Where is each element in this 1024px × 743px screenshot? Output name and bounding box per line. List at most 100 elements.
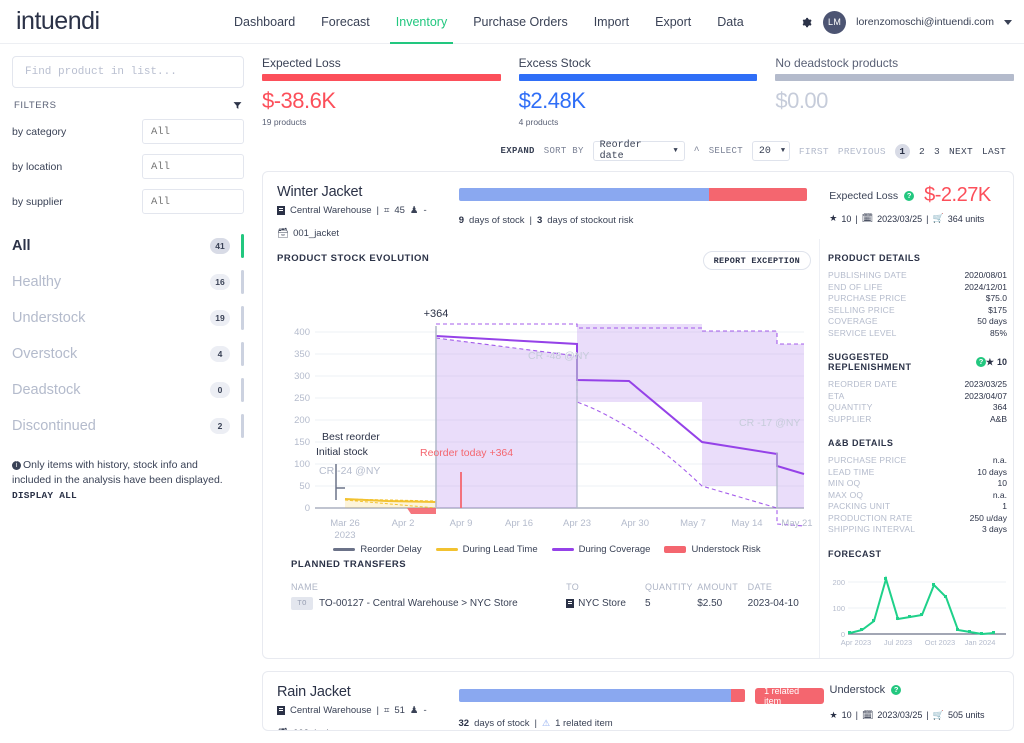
product-card-header: Winter Jacket Central Warehouse | ⌗ 45 ♟… xyxy=(263,172,1013,239)
column-header-to: TO xyxy=(566,582,645,592)
sort-by-select[interactable]: Reorder date ▼ xyxy=(593,141,685,161)
sidebar-item-discontinued-count: 2 xyxy=(210,418,230,434)
detail-value: 2024/12/01 xyxy=(964,282,1007,294)
nav-item-inventory[interactable]: Inventory xyxy=(396,0,447,44)
kpi-no-deadstock-value: $0.00 xyxy=(775,88,1014,114)
filter-by-supplier: by supplier xyxy=(12,189,244,214)
product-status-summary: Expected Loss ? $-2.27K ★ 10 | 🗓 2023/03… xyxy=(823,184,1013,239)
filter-by-category: by category xyxy=(12,119,244,144)
days-of-stock-value: 9 xyxy=(459,215,464,226)
transfer-label-cr-17: CR -17 @NY xyxy=(739,417,800,429)
filter-by-location-input[interactable] xyxy=(142,154,244,179)
stockout-days-label: days of stockout risk xyxy=(547,215,633,226)
sidebar-item-all-label: All xyxy=(12,238,31,254)
expected-loss-row: Expected Loss ? $-2.27K xyxy=(829,184,1013,207)
status-indicator xyxy=(241,414,244,438)
detail-value: n.a. xyxy=(993,455,1007,467)
brand-logo[interactable]: intuendi xyxy=(16,7,166,36)
kpi-expected-loss-sub: 19 products xyxy=(262,117,501,127)
pagination-page-1[interactable]: 1 xyxy=(895,144,910,159)
svg-text:Jul 2023: Jul 2023 xyxy=(884,638,912,647)
pagination-first[interactable]: FIRST xyxy=(799,146,829,157)
legend-swatch xyxy=(333,548,355,551)
nav-item-export[interactable]: Export xyxy=(655,0,691,44)
product-supplier: - xyxy=(423,705,426,716)
product-warehouse: Central Warehouse xyxy=(290,205,372,216)
pagination-last[interactable]: LAST xyxy=(982,146,1006,157)
stock-count-icon: ⌗ xyxy=(384,705,389,716)
kpi-no-deadstock-title: No deadstock products xyxy=(775,56,1014,70)
sidebar-note-text: Only items with history, stock info and … xyxy=(12,459,223,486)
initial-stock-label: Initial stock xyxy=(316,446,369,458)
avatar[interactable]: LM xyxy=(823,11,846,34)
nav-item-import[interactable]: Import xyxy=(594,0,629,44)
display-all-button[interactable]: DISPLAY ALL xyxy=(12,490,77,501)
related-items-badge[interactable]: 1 related item xyxy=(755,688,823,704)
user-area: LM lorenzomoschi@intuendi.com xyxy=(798,0,1012,44)
sidebar-item-discontinued[interactable]: Discontinued 2 xyxy=(12,408,244,444)
filter-by-category-input[interactable] xyxy=(142,119,244,144)
nav-item-dashboard[interactable]: Dashboard xyxy=(234,0,295,44)
report-exception-button[interactable]: REPORT EXCEPTION xyxy=(703,251,811,270)
detail-value: A&B xyxy=(990,414,1007,426)
main-nav: Dashboard Forecast Inventory Purchase Or… xyxy=(234,0,744,44)
supplier-icon: ♟ xyxy=(410,705,419,716)
detail-key: SHIPPING INTERVAL xyxy=(828,524,915,536)
sidebar-item-healthy[interactable]: Healthy 16 xyxy=(12,264,244,300)
transfer-quantity: 5 xyxy=(645,598,697,609)
detail-key: END OF LIFE xyxy=(828,282,883,294)
detail-value: 1 xyxy=(1002,501,1007,513)
pagination-page-3[interactable]: 3 xyxy=(934,146,940,157)
product-status-meta: ★ 10 | 🗓 2023/03/25 | 🛒 364 units xyxy=(829,213,1013,224)
product-sku: 001_jacket xyxy=(293,228,339,239)
product-identity: Rain Jacket Central Warehouse | ⌗ 51 ♟ -… xyxy=(263,684,459,731)
spacer xyxy=(828,339,1007,352)
nav-item-forecast[interactable]: Forecast xyxy=(321,0,370,44)
sort-direction-toggle[interactable]: ^ xyxy=(694,146,700,157)
svg-text:Apr 2023: Apr 2023 xyxy=(841,638,871,647)
svg-text:0: 0 xyxy=(305,503,310,514)
forecast-chart: 200 100 0 xyxy=(828,566,1010,648)
sidebar-note: iOnly items with history, stock info and… xyxy=(12,458,244,504)
help-icon[interactable]: ? xyxy=(891,685,901,695)
nav-item-purchase-orders[interactable]: Purchase Orders xyxy=(473,0,567,44)
sidebar-item-deadstock[interactable]: Deadstock 0 xyxy=(12,372,244,408)
stock-bar xyxy=(459,689,746,702)
filters-header: FILTERS xyxy=(14,100,242,111)
sidebar-item-overstock[interactable]: Overstock 4 xyxy=(12,336,244,372)
meta-separator: | xyxy=(856,710,858,720)
product-card-winter-jacket[interactable]: Winter Jacket Central Warehouse | ⌗ 45 ♟… xyxy=(262,171,1014,659)
stock-evolution-panel: PRODUCT STOCK EVOLUTION REPORT EXCEPTION xyxy=(263,239,819,658)
detail-key: COVERAGE xyxy=(828,316,878,328)
page-size-select[interactable]: 20 ▼ xyxy=(752,141,790,161)
sidebar-item-understock-count: 19 xyxy=(210,310,230,326)
help-icon[interactable]: ? xyxy=(904,191,914,201)
table-row[interactable]: TO TO-00127 - Central Warehouse > NYC St… xyxy=(291,597,821,610)
help-icon[interactable]: ? xyxy=(976,357,986,367)
chart-y-ticks: 400 350 300 250 200 150 100 50 0 xyxy=(294,327,310,514)
detail-value: 3 days xyxy=(982,524,1007,536)
gear-icon[interactable] xyxy=(798,15,813,30)
filter-icon[interactable] xyxy=(233,101,242,110)
filter-by-supplier-input[interactable] xyxy=(142,189,244,214)
pagination-next[interactable]: NEXT xyxy=(949,146,973,157)
svg-text:100: 100 xyxy=(832,604,845,613)
nav-item-data[interactable]: Data xyxy=(717,0,743,44)
product-card-rain-jacket[interactable]: Rain Jacket Central Warehouse | ⌗ 51 ♟ -… xyxy=(262,671,1014,731)
sidebar-item-healthy-label: Healthy xyxy=(12,274,61,290)
legend-swatch xyxy=(664,546,686,553)
sidebar-item-understock[interactable]: Understock 19 xyxy=(12,300,244,336)
expand-button[interactable]: EXPAND xyxy=(501,146,535,156)
legend-swatch xyxy=(552,548,574,551)
pagination-previous[interactable]: PREVIOUS xyxy=(838,146,886,157)
related-items-note: 1 related item xyxy=(555,718,613,729)
sidebar-item-all[interactable]: All 41 xyxy=(12,228,244,264)
svg-text:Mar 26: Mar 26 xyxy=(330,518,360,529)
chevron-down-icon[interactable] xyxy=(1004,20,1012,25)
detail-value: 10 days xyxy=(977,467,1007,479)
kpi-no-deadstock-bar xyxy=(775,74,1014,81)
product-meta: Central Warehouse | ⌗ 51 ♟ - xyxy=(277,705,459,716)
page-size-value: 20 xyxy=(759,146,771,157)
search-input[interactable] xyxy=(12,56,244,88)
pagination-page-2[interactable]: 2 xyxy=(919,146,925,157)
